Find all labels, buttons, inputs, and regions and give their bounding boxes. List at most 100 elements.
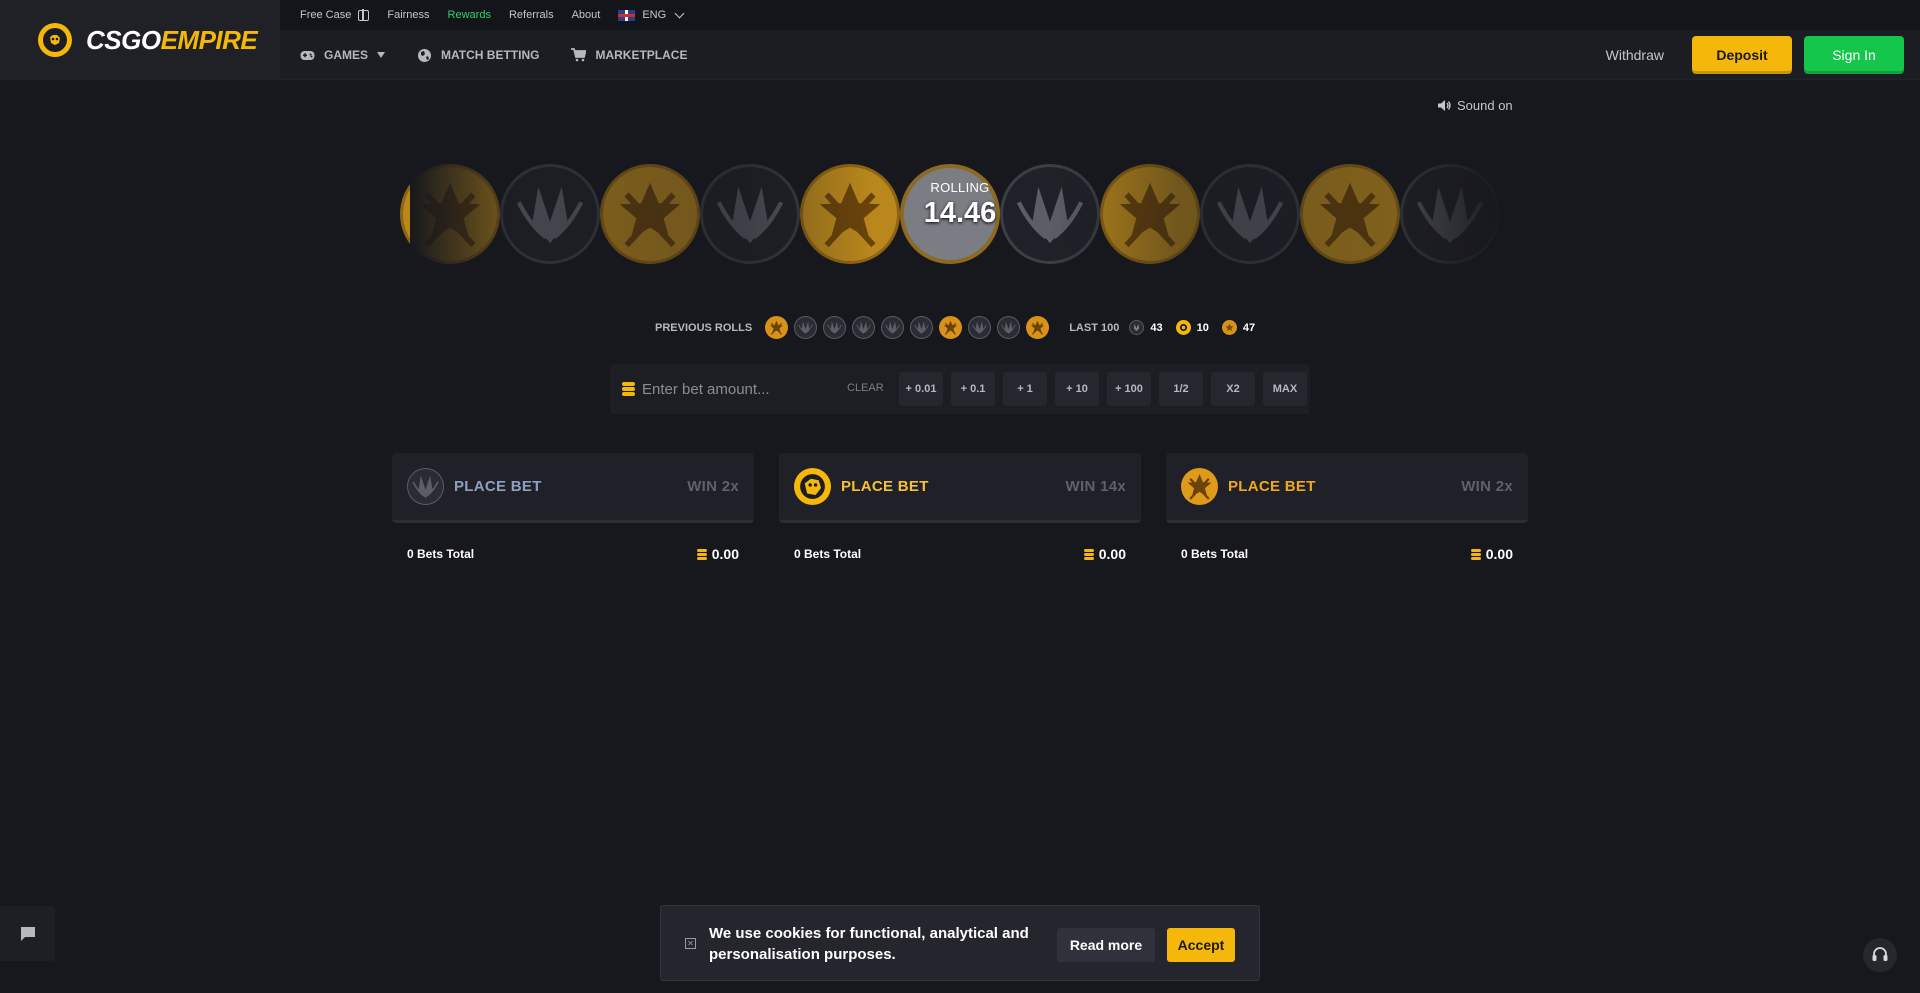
bet-amount-input[interactable] [642, 376, 842, 402]
bets-total-amount: 0.00 [1083, 546, 1126, 562]
top-links-bar: Free Case Fairness Rewards Referrals Abo… [280, 0, 1920, 30]
previous-roll-ct-icon [997, 316, 1021, 339]
uk-flag-icon [618, 9, 636, 21]
coins-icon [696, 548, 707, 560]
quick-bet-button[interactable]: + 0.01 [899, 372, 943, 406]
bets-total-value: 0.00 [711, 546, 739, 562]
fairness-link[interactable]: Fairness [387, 9, 429, 21]
support-button[interactable] [1863, 938, 1897, 972]
logo-mark-icon [38, 23, 72, 57]
ct-tally-icon [1129, 320, 1145, 335]
roll-coin-t [1100, 164, 1200, 264]
bets-total-count: 0 Bets Total [407, 547, 475, 561]
about-link[interactable]: About [572, 9, 601, 21]
sound-toggle[interactable]: Sound on [1437, 98, 1513, 113]
quick-bet-button[interactable]: + 0.1 [951, 372, 995, 406]
place-bet-label: PLACE BET [841, 478, 929, 495]
last-100-label: LAST 100 [1069, 321, 1120, 334]
language-selector[interactable]: ENG [618, 8, 685, 21]
bets-total-row: 0 Bets Total 0.00 [1166, 546, 1528, 562]
gamepad-icon [300, 50, 315, 60]
bet-column-ct: PLACE BET WIN 2x 0 Bets Total 0.00 [392, 453, 754, 562]
bets-total-row: 0 Bets Total 0.00 [392, 546, 754, 562]
roll-coin-t [1300, 164, 1400, 264]
chat-icon [20, 926, 35, 941]
coins-icon [1083, 548, 1094, 560]
place-bet-dice-button[interactable]: PLACE BET WIN 14x [779, 453, 1141, 523]
previous-roll-t-icon [939, 316, 963, 339]
chat-button[interactable] [0, 906, 55, 961]
coins-icon [1470, 548, 1481, 560]
roll-coin-t [800, 164, 900, 264]
bets-total-amount: 0.00 [696, 546, 739, 562]
clear-button[interactable]: CLEAR [847, 382, 884, 394]
games-menu[interactable]: GAMES [300, 48, 386, 62]
bets-total-row: 0 Bets Total 0.00 [779, 546, 1141, 562]
t-count: 47 [1242, 321, 1256, 334]
place-bet-label: PLACE BET [1228, 478, 1316, 495]
previous-rolls: PREVIOUS ROLLS LAST 100 43 10 47 [655, 316, 1268, 339]
quick-bet-button[interactable]: X2 [1211, 372, 1255, 406]
logo-text: CSGOEMPIRE [86, 24, 258, 55]
bet-column-t: PLACE BET WIN 2x 0 Bets Total 0.00 [1166, 453, 1528, 562]
site-header: CSGOEMPIRE Free Case Fairness Rewards Re… [0, 0, 1920, 80]
cart-icon [571, 48, 587, 62]
roll-coin-ct [1200, 164, 1300, 264]
deposit-button[interactable]: Deposit [1692, 36, 1792, 74]
match-betting-link[interactable]: MATCH BETTING [417, 48, 539, 63]
roll-coin-t [600, 164, 700, 264]
sign-in-button[interactable]: Sign In [1804, 36, 1904, 74]
marketplace-link[interactable]: MARKETPLACE [571, 48, 687, 62]
previous-roll-t-icon [1026, 316, 1050, 339]
previous-roll-ct-icon [852, 316, 876, 339]
caret-down-icon [377, 52, 386, 58]
previous-roll-ct-icon [910, 316, 934, 339]
speaker-icon [1438, 100, 1451, 111]
bets-total-count: 0 Bets Total [1181, 547, 1249, 561]
withdraw-link[interactable]: Withdraw [1606, 47, 1664, 63]
roll-coin-ct [500, 164, 600, 264]
t-tally-icon [1221, 320, 1237, 335]
chevron-down-icon [674, 8, 685, 18]
gift-icon [358, 8, 370, 21]
quick-bet-button[interactable]: + 100 [1107, 372, 1151, 406]
quick-bet-button[interactable]: 1/2 [1159, 372, 1203, 406]
header-actions: Withdraw Deposit Sign In [1606, 36, 1904, 74]
previous-roll-t-icon [765, 316, 789, 339]
coins-icon [622, 382, 635, 396]
cookie-message: We use cookies for functional, analytica… [709, 925, 1029, 963]
previous-rolls-label: PREVIOUS ROLLS [655, 321, 753, 334]
dice-coin-icon [794, 468, 831, 505]
previous-roll-ct-icon [881, 316, 905, 339]
win-multiplier: WIN 2x [1461, 478, 1513, 495]
main-nav: GAMES MATCH BETTING MARKETPLACE [300, 30, 719, 80]
logo[interactable]: CSGOEMPIRE [0, 0, 280, 80]
bet-amount-bar: CLEAR + 0.01+ 0.1+ 1+ 10+ 1001/2X2MAX [610, 364, 1310, 414]
read-more-button[interactable]: Read more [1057, 928, 1155, 962]
place-bet-t-button[interactable]: PLACE BET WIN 2x [1166, 453, 1528, 523]
roll-coin-ct [1000, 164, 1100, 264]
quick-bet-button[interactable]: + 1 [1003, 372, 1047, 406]
dice-tally-icon [1175, 320, 1191, 335]
previous-roll-ct-icon [794, 316, 818, 339]
ct-coin-icon [407, 468, 444, 505]
headset-icon [1872, 947, 1888, 961]
rewards-link[interactable]: Rewards [448, 9, 491, 21]
accept-button[interactable]: Accept [1167, 928, 1235, 962]
bets-total-value: 0.00 [1485, 546, 1513, 562]
quick-bet-button[interactable]: + 10 [1055, 372, 1099, 406]
bets-total-amount: 0.00 [1470, 546, 1513, 562]
roll-coin-ct [700, 164, 800, 264]
close-icon[interactable]: ✕ [685, 938, 696, 949]
dice-count: 10 [1196, 321, 1209, 334]
roll-indicator: ROLLING 14.46 [910, 180, 1010, 230]
bet-column-dice: PLACE BET WIN 14x 0 Bets Total 0.00 [779, 453, 1141, 562]
quick-bet-button[interactable]: MAX [1263, 372, 1307, 406]
referrals-link[interactable]: Referrals [509, 9, 554, 21]
roll-coin-ct [1400, 164, 1500, 264]
place-bet-ct-button[interactable]: PLACE BET WIN 2x [392, 453, 754, 523]
free-case-link[interactable]: Free Case [300, 8, 370, 21]
roll-value: 14.46 [923, 197, 997, 229]
rolling-status: ROLLING [930, 180, 990, 195]
bets-total-value: 0.00 [1098, 546, 1126, 562]
